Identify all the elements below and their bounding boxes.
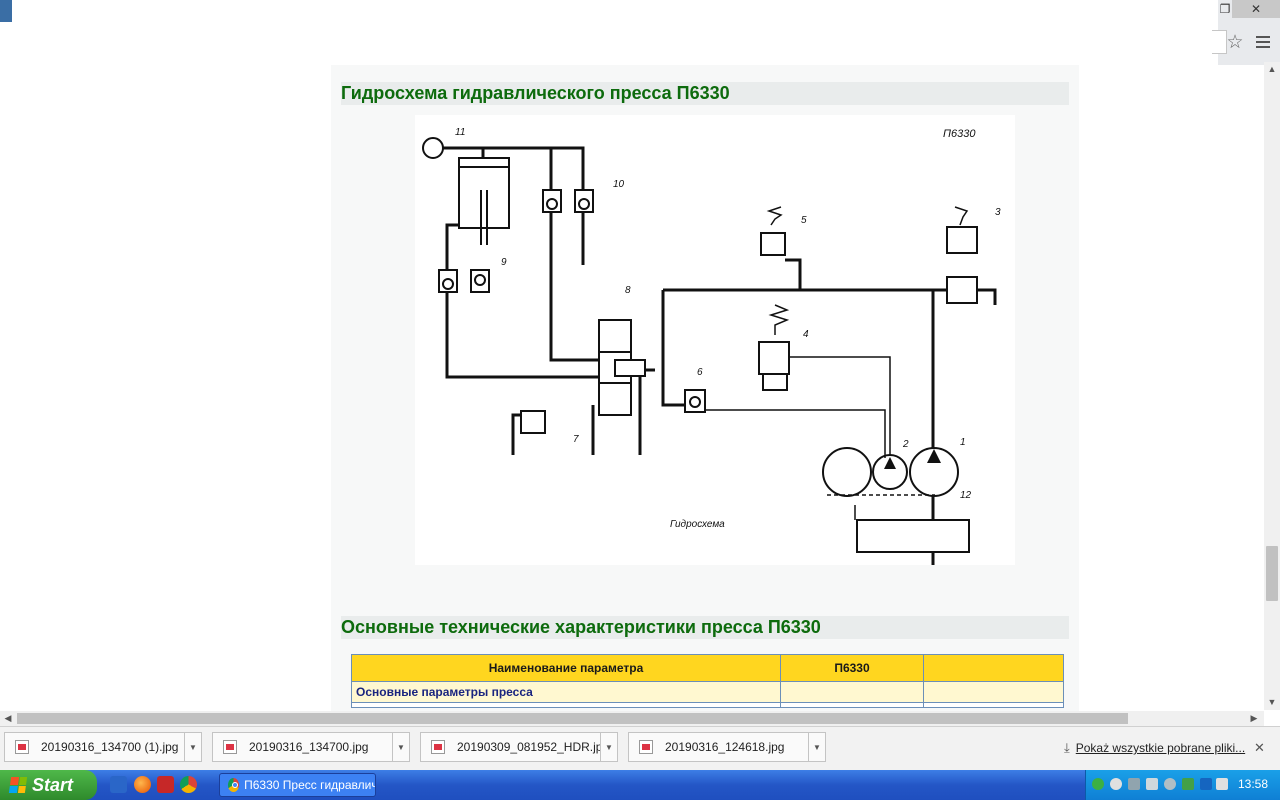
window-edge [0,0,12,22]
scheme-label-12: 12 [960,490,972,501]
chevron-down-icon[interactable]: ▼ [600,733,617,761]
scroll-left-icon[interactable]: ◀ [0,711,16,725]
download-item[interactable]: 20190309_081952_HDR.jpg ▼ [420,732,618,762]
chrome-icon [228,778,240,792]
scheme-label-7: 7 [573,434,579,445]
tray-icon[interactable] [1164,778,1176,790]
chevron-down-icon[interactable]: ▼ [392,733,409,761]
scheme-label-8: 8 [625,285,631,296]
windows-flag-icon [8,777,28,793]
tray-icon[interactable] [1110,778,1122,790]
image-file-icon [431,740,445,754]
scheme-label-10: 10 [613,179,625,190]
table-row: Основные параметры пресса [351,681,1064,703]
scheme-label-2: 2 [902,439,909,450]
table-row [351,702,1064,708]
tray-icon[interactable] [1200,778,1212,790]
image-file-icon [223,740,237,754]
close-download-bar-icon[interactable]: ✕ [1254,740,1265,756]
scheme-caption: Гидросхема [670,519,725,530]
restore-icon[interactable]: ❐ [1218,0,1232,18]
scheme-label-1: 1 [960,437,966,448]
tray-icon[interactable] [1092,778,1104,790]
download-item[interactable]: 20190316_124618.jpg ▼ [628,732,826,762]
table-header-cell: Наименование параметра [351,654,781,682]
image-file-icon [15,740,29,754]
table-header-row: Наименование параметра П6330 [351,654,1064,682]
tray-icon[interactable] [1146,778,1158,790]
firefox-icon[interactable] [134,776,151,793]
tray-icon[interactable] [1182,778,1194,790]
menu-icon[interactable] [1254,33,1272,51]
taskbar-window-button[interactable]: П6330 Пресс гидравлический [219,773,376,797]
chevron-down-icon[interactable]: ▼ [184,733,201,761]
chrome-icon[interactable] [180,776,197,793]
scheme-label-6: 6 [697,367,703,378]
app-icon[interactable] [157,776,174,793]
scheme-label-9: 9 [501,257,507,268]
network-icon[interactable] [1128,778,1140,790]
table-header-cell: П6330 [780,654,924,682]
download-item[interactable]: 20190316_134700 (1).jpg ▼ [4,732,202,762]
vertical-scrollbar[interactable] [1264,62,1280,710]
close-window-button[interactable]: ✕ [1232,0,1280,18]
image-file-icon [639,740,653,754]
table-header-cell [923,654,1064,682]
scheme-heading: Гидросхема гидравлического пресса П6330 [341,82,1069,105]
scheme-model-label: П6330 [943,128,976,140]
hydraulic-scheme-drawing: П6330 Гидросхема 1 2 3 4 5 6 7 8 9 10 11… [422,127,1001,565]
table-section-cell: Основные параметры пресса [351,681,781,703]
download-icon: ⤓ [1064,740,1070,755]
horizontal-scroll-thumb[interactable] [17,713,1128,724]
vertical-scroll-thumb[interactable] [1266,546,1278,601]
download-item[interactable]: 20190316_134700.jpg ▼ [212,732,410,762]
chevron-down-icon[interactable]: ▼ [808,733,825,761]
show-all-downloads-link[interactable]: ⤓ Pokaż wszystkie pobrane pliki... [1064,740,1245,756]
clock: 13:58 [1238,777,1269,791]
scroll-right-icon[interactable]: ▶ [1246,711,1262,725]
start-button[interactable]: Start [0,770,97,800]
hydraulic-scheme-image: П6330 Гидросхема 1 2 3 4 5 6 7 8 9 10 11… [415,115,1015,565]
scroll-up-icon[interactable]: ▲ [1264,62,1280,76]
specs-heading: Основные технические характеристики прес… [341,616,1069,639]
scheme-label-5: 5 [801,215,807,226]
scheme-label-4: 4 [803,329,809,340]
scroll-down-icon[interactable]: ▼ [1264,695,1280,709]
scheme-label-3: 3 [995,207,1001,218]
scheme-label-11: 11 [455,127,465,138]
bookmark-star-icon[interactable]: ☆ [1224,32,1246,54]
explorer-icon[interactable] [110,776,127,793]
volume-icon[interactable] [1216,778,1228,790]
specs-table: Наименование параметра П6330 Основные па… [351,654,1064,708]
